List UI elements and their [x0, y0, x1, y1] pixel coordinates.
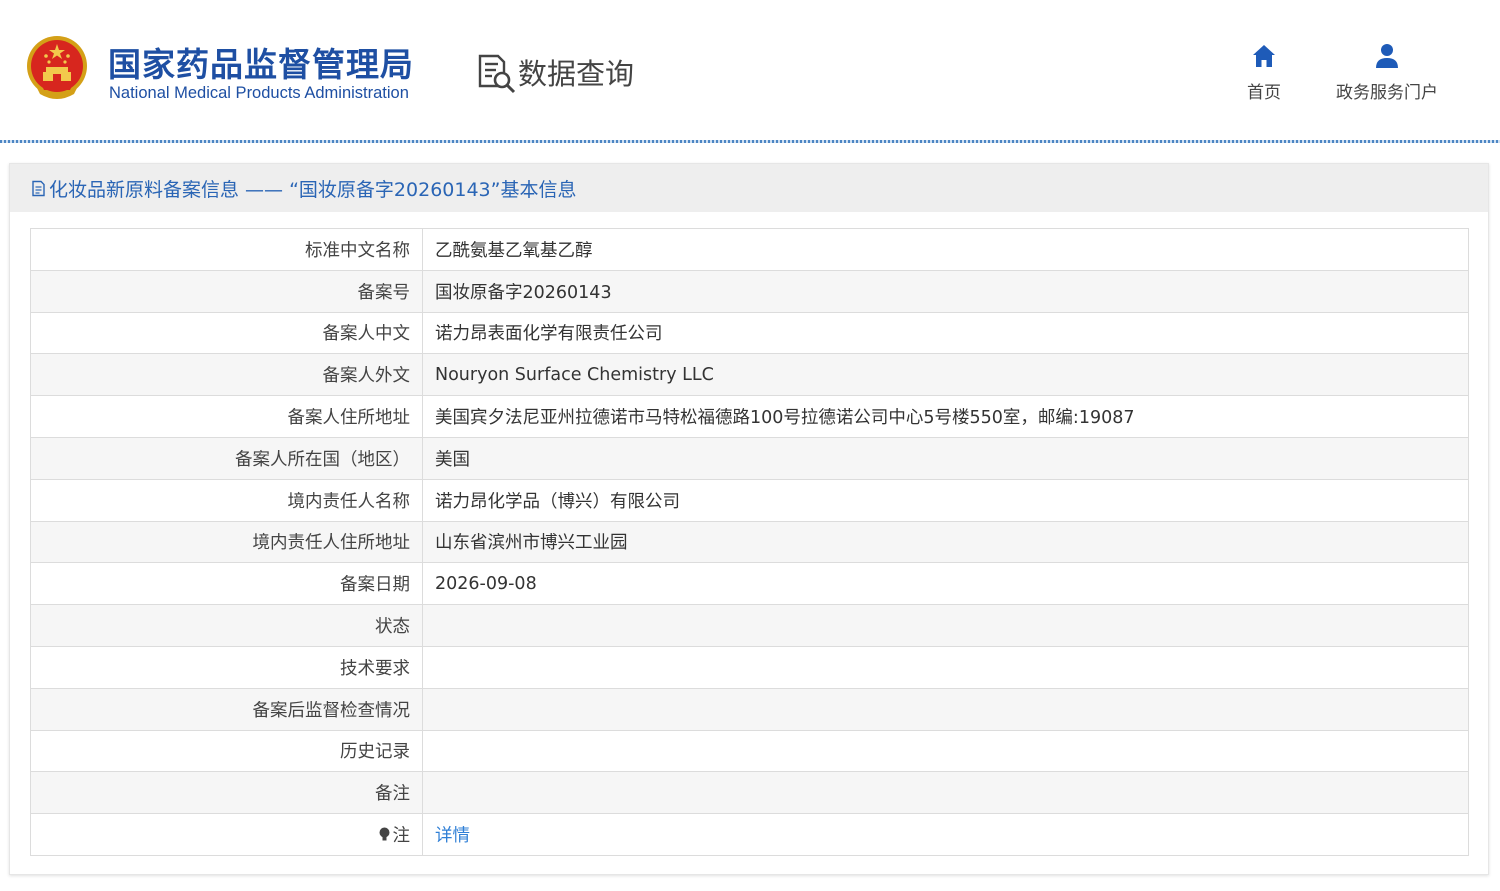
row-value: 2026-09-08: [422, 562, 1469, 606]
document-search-icon: [478, 54, 516, 94]
table-row: 历史记录: [30, 729, 1469, 773]
row-value: [422, 771, 1469, 815]
brand-name-en[interactable]: National Medical Products Administration: [109, 84, 409, 103]
row-label: 备案人中文: [30, 311, 423, 355]
row-label: 境内责任人住所地址: [30, 520, 423, 564]
table-row: 境内责任人住所地址 山东省滨州市博兴工业园: [30, 520, 1469, 564]
row-label: 备案人所在国（地区）: [30, 436, 423, 480]
note-value-cell: 详情: [422, 813, 1469, 856]
nav-home-label: 首页: [1247, 83, 1281, 103]
row-value: 诺力昂化学品（博兴）有限公司: [422, 478, 1469, 522]
data-query-label: 数据查询: [518, 57, 635, 91]
header-divider: [0, 140, 1500, 143]
row-label: 备案号: [30, 269, 423, 313]
row-value: 美国宾夕法尼亚州拉德诺市马特松福德路100号拉德诺公司中心5号楼550室，邮编:…: [422, 395, 1469, 438]
row-label: 备案后监督检查情况: [30, 687, 423, 731]
note-row: 注 详情: [30, 813, 1469, 856]
data-query-title: 数据查询: [474, 50, 634, 94]
row-value: Nouryon Surface Chemistry LLC: [422, 353, 1469, 397]
row-value: 美国: [422, 436, 1469, 480]
row-label: 备案日期: [30, 562, 423, 606]
table-row: 备案号 国妆原备字20260143: [30, 269, 1469, 313]
lightbulb-icon: [379, 827, 389, 841]
panel-title: 化妆品新原料备案信息 —— “国妆原备字20260143”基本信息: [49, 178, 577, 201]
note-label-cell: 注: [30, 813, 423, 856]
row-value: 乙酰氨基乙氧基乙醇: [422, 228, 1469, 271]
home-icon: [1253, 45, 1275, 67]
row-label: 境内责任人名称: [30, 478, 423, 522]
row-value: [422, 687, 1469, 731]
row-value: 国妆原备字20260143: [422, 269, 1469, 313]
table-row: 备案人中文 诺力昂表面化学有限责任公司: [30, 311, 1469, 355]
row-label: 状态: [30, 604, 423, 647]
nav-service-portal[interactable]: 政务服务门户: [1326, 42, 1448, 103]
panel-header: 化妆品新原料备案信息 —— “国妆原备字20260143”基本信息: [10, 164, 1488, 212]
table-row: 标准中文名称 乙酰氨基乙氧基乙醇: [30, 228, 1469, 271]
table-row: 备案人外文 Nouryon Surface Chemistry LLC: [30, 353, 1469, 397]
table-row: 备注: [30, 771, 1469, 815]
row-label: 技术要求: [30, 645, 423, 689]
user-icon: [1376, 44, 1398, 68]
table-row: 备案后监督检查情况: [30, 687, 1469, 731]
row-value: [422, 645, 1469, 689]
national-emblem-icon[interactable]: [24, 34, 90, 102]
record-info-table: 标准中文名称 乙酰氨基乙氧基乙醇 备案号 国妆原备字20260143 备案人中文 诺力…: [30, 228, 1469, 856]
table-row: 技术要求: [30, 645, 1469, 689]
row-value: [422, 604, 1469, 647]
row-value: 山东省滨州市博兴工业园: [422, 520, 1469, 564]
row-label: 标准中文名称: [30, 228, 423, 271]
note-label-text: 注: [392, 826, 411, 847]
row-label: 备案人外文: [30, 353, 423, 397]
brand-name-cn[interactable]: 国家药品监督管理局: [108, 38, 414, 86]
note-label: 注: [378, 822, 411, 847]
document-icon: [32, 180, 45, 196]
table-row: 状态: [30, 604, 1469, 647]
details-link[interactable]: 详情: [435, 826, 470, 846]
row-value: 诺力昂表面化学有限责任公司: [422, 311, 1469, 355]
table-row: 备案人所在国（地区） 美国: [30, 436, 1469, 480]
table-row: 备案人住所地址 美国宾夕法尼亚州拉德诺市马特松福德路100号拉德诺公司中心5号楼5…: [30, 395, 1469, 438]
site-header: 国家药品监督管理局 National Medical Products Admi…: [0, 0, 1500, 140]
row-label: 备注: [30, 771, 423, 815]
table-row: 境内责任人名称 诺力昂化学品（博兴）有限公司: [30, 478, 1469, 522]
row-value: [422, 729, 1469, 773]
nav-home[interactable]: 首页: [1238, 42, 1290, 103]
row-label: 备案人住所地址: [30, 395, 423, 438]
table-row: 备案日期 2026-09-08: [30, 562, 1469, 606]
info-panel: 化妆品新原料备案信息 —— “国妆原备字20260143”基本信息 标准中文名称…: [9, 163, 1489, 875]
row-label: 历史记录: [30, 729, 423, 773]
nav-service-portal-label: 政务服务门户: [1336, 83, 1438, 103]
